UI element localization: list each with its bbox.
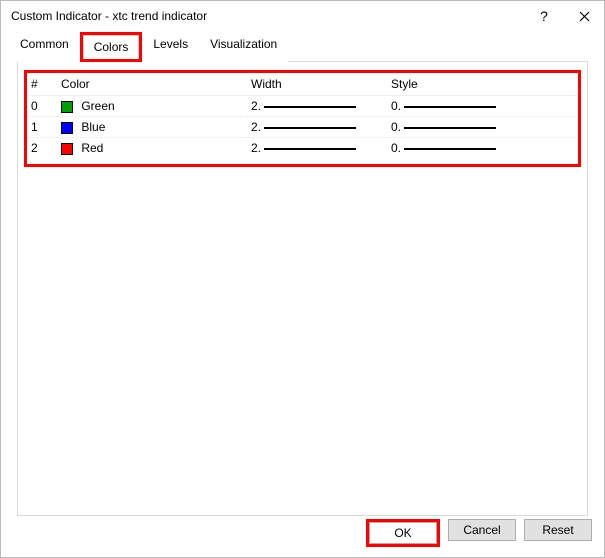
line-width-icon [264,106,356,108]
width-value: 2. [251,141,261,155]
color-name: Red [81,141,103,155]
cancel-button[interactable]: Cancel [448,519,516,541]
table-row[interactable]: 1 Blue 2. 0. [27,117,578,138]
tab-panel: # Color Width Style 0 Green 2. [17,61,588,516]
color-swatch-icon [61,101,73,113]
line-style-icon [404,127,496,129]
ok-button[interactable]: OK [369,522,437,544]
col-header-width[interactable]: Width [247,73,387,96]
tab-common[interactable]: Common [9,32,80,62]
line-style-icon [404,148,496,150]
tab-levels[interactable]: Levels [142,32,199,62]
width-value: 2. [251,120,261,134]
tab-colors[interactable]: Colors [83,35,140,59]
close-icon [579,11,590,22]
style-value: 0. [391,99,401,113]
style-cell[interactable]: 0. [387,117,578,138]
color-name: Green [81,99,114,113]
style-value: 0. [391,120,401,134]
style-cell[interactable]: 0. [387,96,578,117]
color-name: Blue [81,120,105,134]
width-value: 2. [251,99,261,113]
color-cell[interactable]: Blue [57,117,247,138]
color-cell[interactable]: Green [57,96,247,117]
colors-table: # Color Width Style 0 Green 2. [27,73,578,158]
row-index: 0 [27,96,57,117]
col-header-color[interactable]: Color [57,73,247,96]
table-row[interactable]: 0 Green 2. 0. [27,96,578,117]
window-title: Custom Indicator - xtc trend indicator [11,9,524,23]
title-bar: Custom Indicator - xtc trend indicator ? [1,1,604,31]
footer-buttons: OK Cancel Reset [366,519,592,547]
table-row[interactable]: 2 Red 2. 0. [27,138,578,159]
ok-button-highlight: OK [366,519,440,547]
color-cell[interactable]: Red [57,138,247,159]
help-button[interactable]: ? [524,1,564,31]
width-cell[interactable]: 2. [247,138,387,159]
width-cell[interactable]: 2. [247,117,387,138]
col-header-index[interactable]: # [27,73,57,96]
line-width-icon [264,127,356,129]
close-button[interactable] [564,1,604,31]
tab-visualization[interactable]: Visualization [199,32,288,62]
col-header-style[interactable]: Style [387,73,578,96]
color-swatch-icon [61,143,73,155]
width-cell[interactable]: 2. [247,96,387,117]
row-index: 1 [27,117,57,138]
window-buttons: ? [524,1,604,31]
tab-bar: Common Colors Levels Visualization [9,32,596,62]
reset-button[interactable]: Reset [524,519,592,541]
row-index: 2 [27,138,57,159]
style-value: 0. [391,141,401,155]
line-style-icon [404,106,496,108]
color-swatch-icon [61,122,73,134]
colors-table-highlight: # Color Width Style 0 Green 2. [24,70,581,167]
style-cell[interactable]: 0. [387,138,578,159]
line-width-icon [264,148,356,150]
